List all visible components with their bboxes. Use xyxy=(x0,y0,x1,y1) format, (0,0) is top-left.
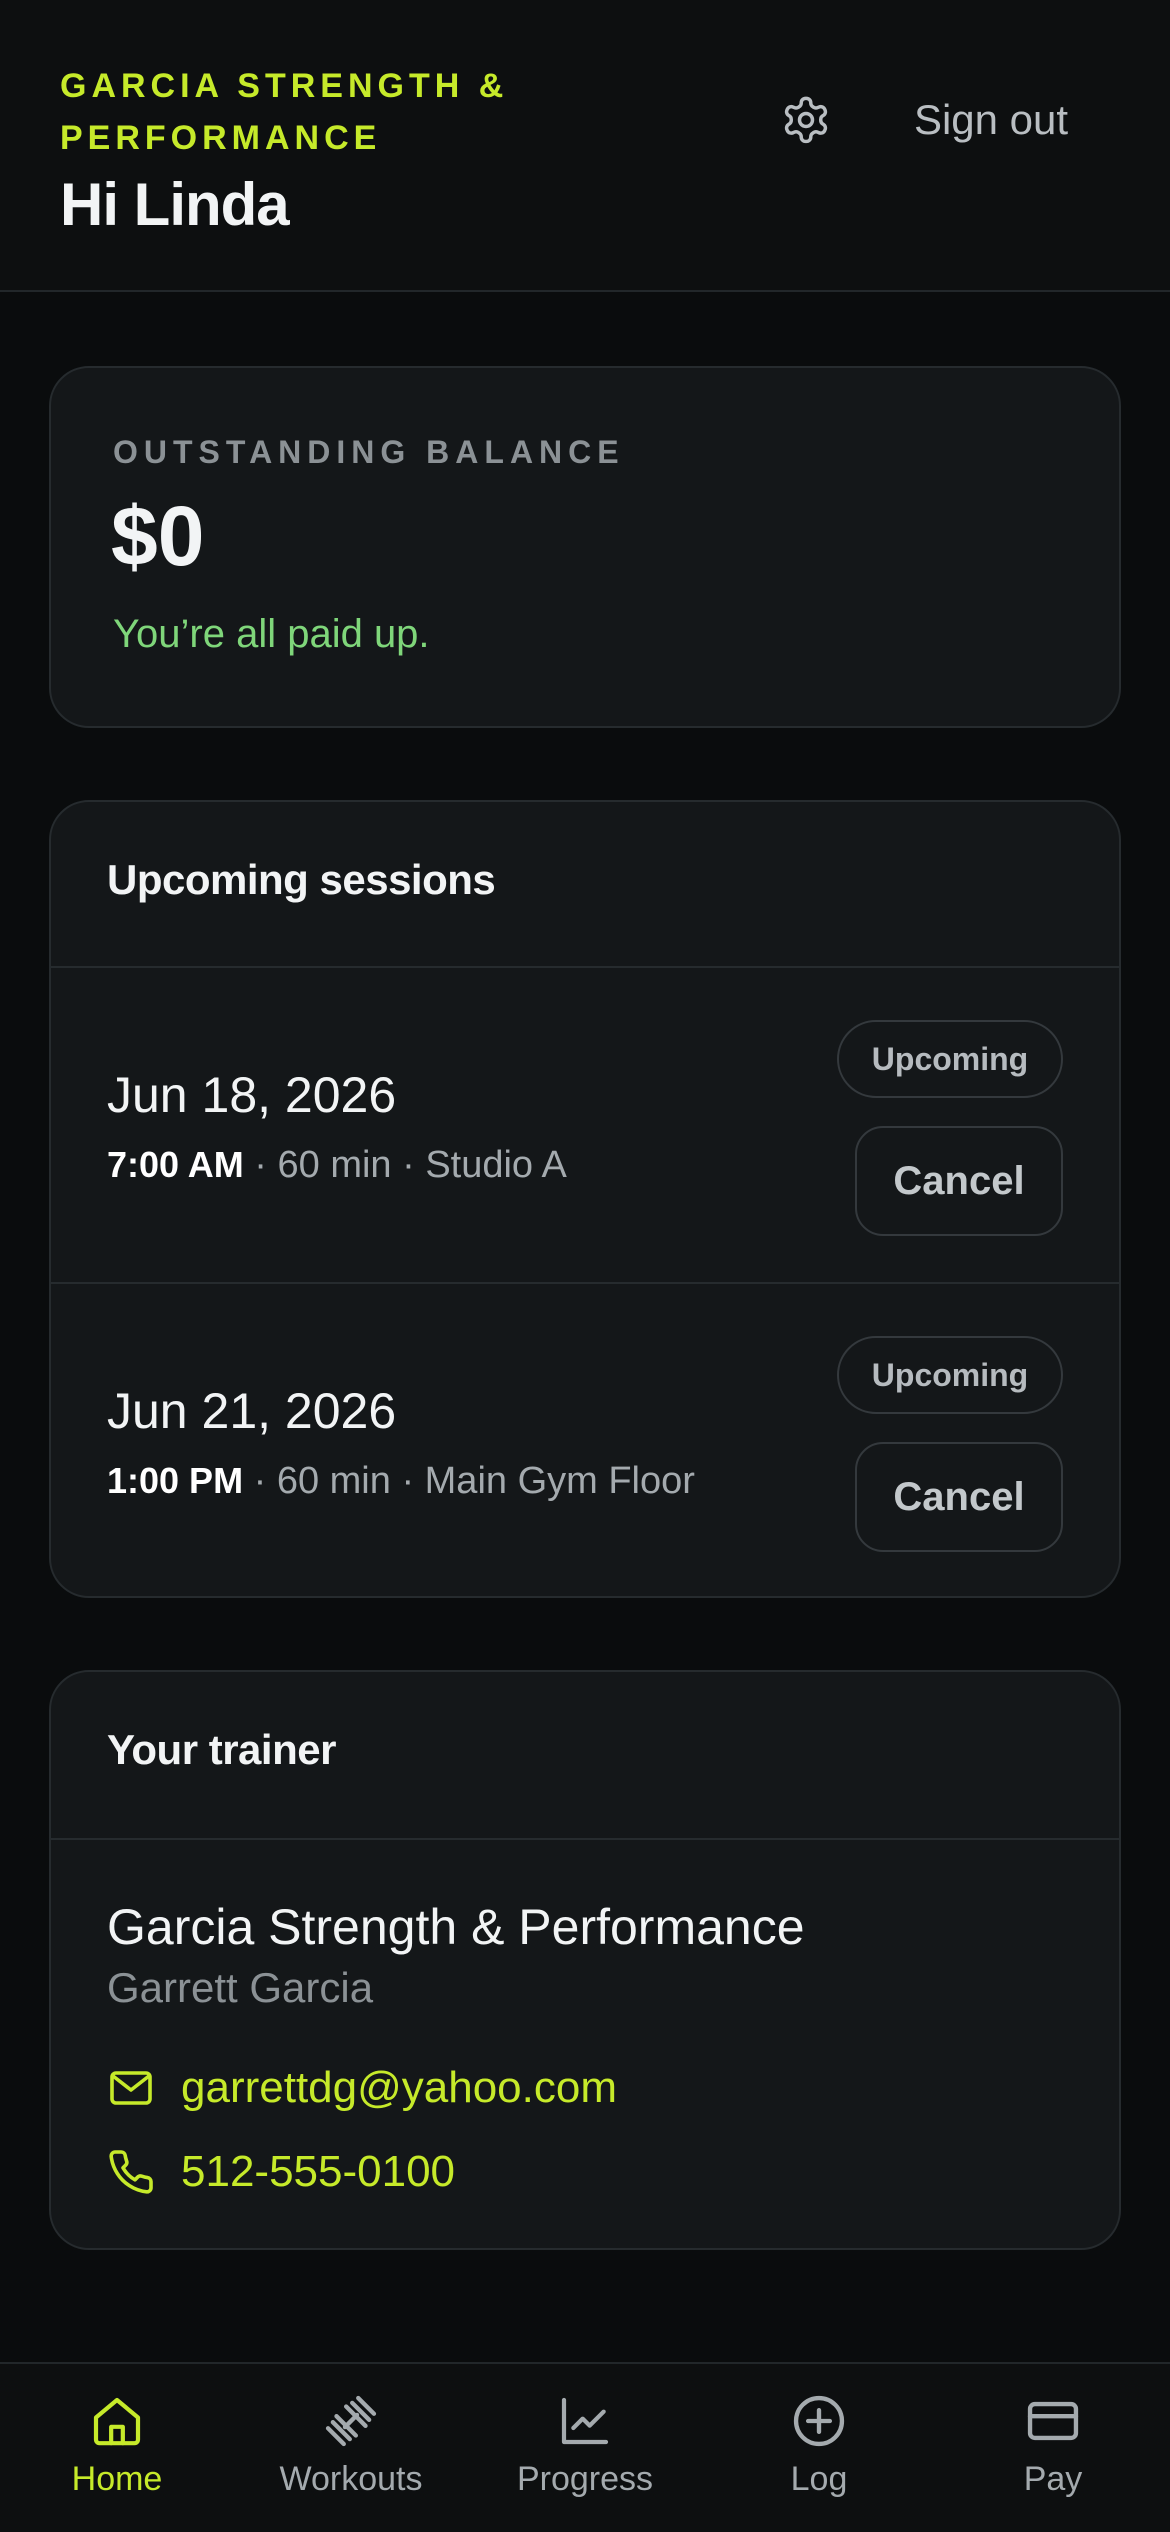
trainer-business: Garcia Strength & Performance xyxy=(107,1899,805,1955)
session-item: Jun 21, 2026 1:00 PM · 60 min · Main Gym… xyxy=(51,1284,1119,1598)
phone-link[interactable]: 512-555-0100 xyxy=(107,2142,455,2202)
greeting-title: Hi Linda xyxy=(60,171,290,238)
phone-icon xyxy=(109,2150,153,2194)
sign-out-button[interactable]: Sign out xyxy=(880,82,1102,158)
tab-home[interactable]: Home xyxy=(0,2364,234,2532)
trainer-title: Your trainer xyxy=(107,1726,336,1773)
trainer-email: garrettdg@yahoo.com xyxy=(181,2063,618,2112)
tab-label: Home xyxy=(71,2460,163,2498)
divider xyxy=(51,1838,1119,1840)
session-date: Jun 21, 2026 xyxy=(107,1383,397,1439)
app-header: GARCIA STRENGTH & PERFORMANCE Hi Linda S… xyxy=(0,0,1170,292)
upcoming-sessions-card: Upcoming sessions Jun 18, 2026 7:00 AM ·… xyxy=(49,800,1121,1598)
home-icon xyxy=(93,2397,141,2446)
status-badge: Upcoming xyxy=(837,1020,1063,1098)
dumbbell-icon xyxy=(325,2395,377,2447)
bottom-tab-bar: Home Workouts Progress Log Pay xyxy=(0,2362,1170,2532)
settings-button[interactable] xyxy=(776,90,836,150)
tab-log[interactable]: Log xyxy=(702,2364,936,2532)
session-item: Jun 18, 2026 7:00 AM · 60 min · Studio A… xyxy=(51,968,1119,1282)
session-details: · 60 min · Studio A xyxy=(243,1144,567,1186)
tab-label: Workouts xyxy=(279,2460,423,2498)
tab-label: Log xyxy=(790,2460,848,2498)
balance-amount: $0 xyxy=(111,489,205,583)
email-link[interactable]: garrettdg@yahoo.com xyxy=(107,2058,617,2118)
brand-name: GARCIA STRENGTH & PERFORMANCE xyxy=(60,67,509,157)
gear-icon xyxy=(784,96,828,144)
tab-pay[interactable]: Pay xyxy=(936,2364,1170,2532)
session-date: Jun 18, 2026 xyxy=(107,1067,397,1123)
cancel-session-button[interactable]: Cancel xyxy=(855,1126,1063,1236)
tab-label: Progress xyxy=(516,2460,654,2498)
tab-progress[interactable]: Progress xyxy=(468,2364,702,2532)
card-icon xyxy=(1027,2401,1079,2441)
mail-icon xyxy=(110,2071,152,2105)
session-meta: 7:00 AM · 60 min · Studio A xyxy=(107,1144,567,1187)
tab-label: Pay xyxy=(1023,2460,1083,2498)
session-time: 7:00 AM xyxy=(107,1144,244,1185)
trainer-card: Your trainer Garcia Strength & Performan… xyxy=(49,1670,1121,2250)
trainer-phone: 512-555-0100 xyxy=(181,2147,456,2196)
cancel-session-button[interactable]: Cancel xyxy=(855,1442,1063,1552)
session-meta: 1:00 PM · 60 min · Main Gym Floor xyxy=(107,1460,695,1503)
sessions-title: Upcoming sessions xyxy=(107,856,496,903)
balance-label: OUTSTANDING BALANCE xyxy=(113,434,625,470)
session-details: · 60 min · Main Gym Floor xyxy=(243,1460,695,1502)
status-badge: Upcoming xyxy=(837,1336,1063,1414)
session-time: 1:00 PM xyxy=(107,1460,244,1501)
balance-status: You’re all paid up. xyxy=(113,612,430,656)
trainer-name: Garrett Garcia xyxy=(107,1964,374,2011)
plus-circle-icon xyxy=(793,2395,845,2447)
chart-icon xyxy=(561,2397,609,2445)
tab-workouts[interactable]: Workouts xyxy=(234,2364,468,2532)
balance-card: OUTSTANDING BALANCE $0 You’re all paid u… xyxy=(49,366,1121,728)
